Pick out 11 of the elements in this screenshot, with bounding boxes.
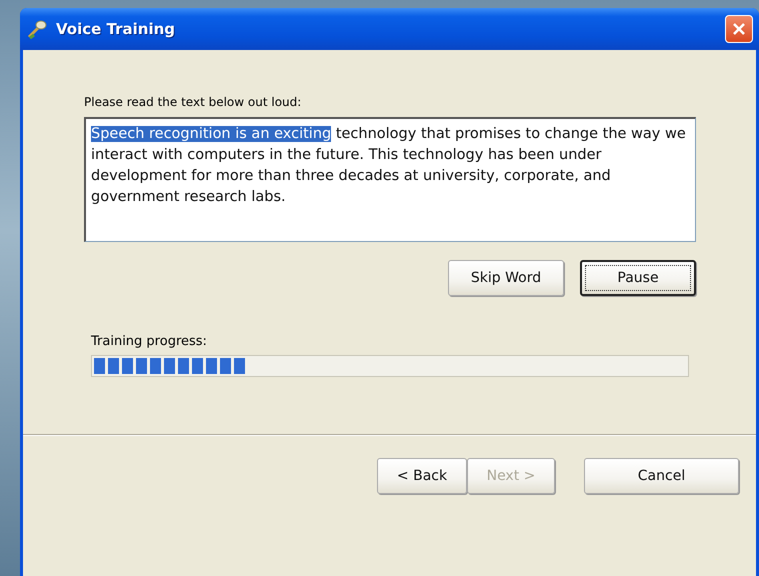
back-button[interactable]: < Back: [377, 458, 467, 494]
skip-word-button[interactable]: Skip Word: [448, 260, 564, 296]
progress-label: Training progress:: [91, 334, 208, 349]
pause-button[interactable]: Pause: [580, 260, 696, 296]
close-icon: [732, 22, 746, 36]
close-button[interactable]: [725, 15, 753, 43]
highlighted-text: Speech recognition is an exciting: [91, 126, 332, 142]
cancel-button[interactable]: Cancel: [584, 458, 739, 494]
passage-text-field[interactable]: Speech recognition is an exciting technology that promises to change the way we interact with computers in the future. This technology has been under development for more than three decades at university, corporate, and government research labs.: [84, 117, 696, 242]
instruction-text: Please read the text below out loud:: [84, 95, 302, 109]
window-title: Voice Training: [56, 20, 176, 38]
